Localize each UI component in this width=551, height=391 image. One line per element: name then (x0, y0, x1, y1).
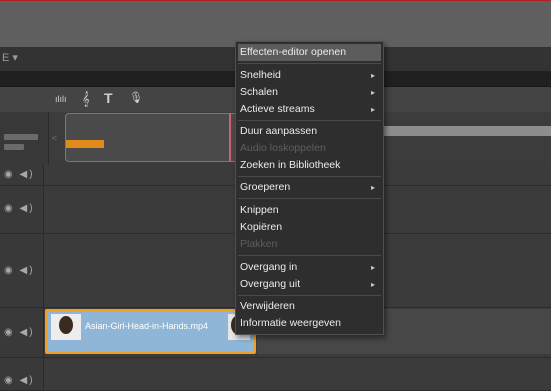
eye-icon[interactable]: ◉ (4, 265, 15, 276)
menu-item-adjust-duration[interactable]: Duur aanpassen (238, 123, 381, 140)
navigator-viewport[interactable] (65, 113, 240, 162)
menu-item-delete[interactable]: Verwijderen (238, 298, 381, 315)
context-menu: Effecten-editor openen Snelheid ▸ Schalen… (235, 41, 384, 335)
submenu-arrow-icon: ▸ (370, 183, 375, 192)
menu-item-detach-audio: Audio loskoppelen (240, 142, 326, 154)
navigator-track-header (0, 112, 49, 164)
menu-item-label: Snelheid (240, 69, 281, 81)
video-clip[interactable]: Asian-Girl-Head-in-Hands.mp4 (45, 309, 256, 354)
menu-item-active-streams[interactable]: Actieve streams ▸ (238, 101, 381, 118)
menu-separator (238, 63, 381, 64)
speaker-icon[interactable]: ◀) (20, 265, 35, 276)
menu-item-transition-out[interactable]: Overgang uit ▸ (238, 276, 381, 293)
eye-icon[interactable]: ◉ (4, 203, 15, 214)
speaker-icon[interactable]: ◀) (20, 327, 35, 338)
chevron-left-icon[interactable]: < (52, 133, 57, 143)
track-menu-dropdown[interactable]: E ▾ (2, 51, 18, 64)
track-controls[interactable]: ◉ ◀) (4, 375, 35, 386)
preview-area (0, 0, 551, 47)
thumbnail-figure (59, 316, 73, 334)
menu-item-label: Overgang uit (240, 278, 301, 290)
track-header: ◉ ◀) (0, 358, 44, 390)
track-header: ◉ ◀) (0, 186, 44, 233)
eye-icon[interactable]: ◉ (4, 169, 15, 180)
menu-separator (238, 198, 381, 199)
menu-item-transition-in[interactable]: Overgang in ▸ (238, 259, 381, 276)
submenu-arrow-icon: ▸ (370, 280, 375, 289)
menu-item-label: Groeperen (240, 181, 291, 193)
speaker-icon[interactable]: ◀) (20, 169, 35, 180)
track-controls[interactable]: ◉ ◀) (4, 169, 35, 180)
level-bar (4, 144, 24, 150)
menu-item-scale[interactable]: Schalen ▸ (238, 84, 381, 101)
submenu-arrow-icon: ▸ (370, 105, 375, 114)
submenu-arrow-icon: ▸ (370, 263, 375, 272)
menu-item-paste: Plakken (240, 238, 278, 250)
track-header: ◉ ◀) (0, 164, 44, 185)
title-icon[interactable]: T (104, 90, 113, 106)
music-note-icon[interactable]: 𝄞 (82, 91, 90, 107)
track-controls[interactable]: ◉ ◀) (4, 203, 35, 214)
clip-label: Asian-Girl-Head-in-Hands.mp4 (85, 321, 209, 331)
speaker-icon[interactable]: ◀) (20, 203, 35, 214)
submenu-arrow-icon: ▸ (370, 88, 375, 97)
menu-item-show-info[interactable]: Informatie weergeven (238, 315, 381, 332)
track-header: ◉ ◀) (0, 234, 44, 307)
menu-separator (238, 120, 381, 121)
eye-icon[interactable]: ◉ (4, 327, 15, 338)
menu-item-label: Schalen (240, 86, 278, 98)
menu-separator (238, 255, 381, 256)
eye-icon[interactable]: ◉ (4, 375, 15, 386)
track: ◉ ◀) (0, 358, 551, 391)
menu-item-search-library[interactable]: Zoeken in Bibliotheek (238, 157, 381, 174)
level-bar (4, 134, 38, 140)
track-controls[interactable]: ◉ ◀) (4, 265, 35, 276)
menu-separator (238, 176, 381, 177)
menu-item-copy[interactable]: Kopiëren (238, 219, 381, 236)
submenu-arrow-icon: ▸ (370, 71, 375, 80)
track-controls[interactable]: ◉ ◀) (4, 327, 35, 338)
menu-item-group[interactable]: Groeperen ▸ (238, 179, 381, 196)
menu-separator (238, 295, 381, 296)
clip-thumbnail (51, 314, 81, 340)
playhead[interactable] (229, 113, 231, 162)
speaker-icon[interactable]: ◀) (20, 375, 35, 386)
audio-mixer-icon[interactable]: ılılı (55, 94, 67, 104)
menu-item-cut[interactable]: Knippen (238, 202, 381, 219)
microphone-icon[interactable]: 🎙 (129, 91, 143, 104)
menu-item-label: Actieve streams (240, 103, 315, 115)
menu-item-label: Overgang in (240, 261, 298, 273)
navigator-clip-marker (66, 140, 104, 148)
menu-item-effects-editor[interactable]: Effecten-editor openen (238, 44, 381, 61)
track-header: ◉ ◀) (0, 308, 44, 357)
menu-item-speed[interactable]: Snelheid ▸ (238, 67, 381, 84)
